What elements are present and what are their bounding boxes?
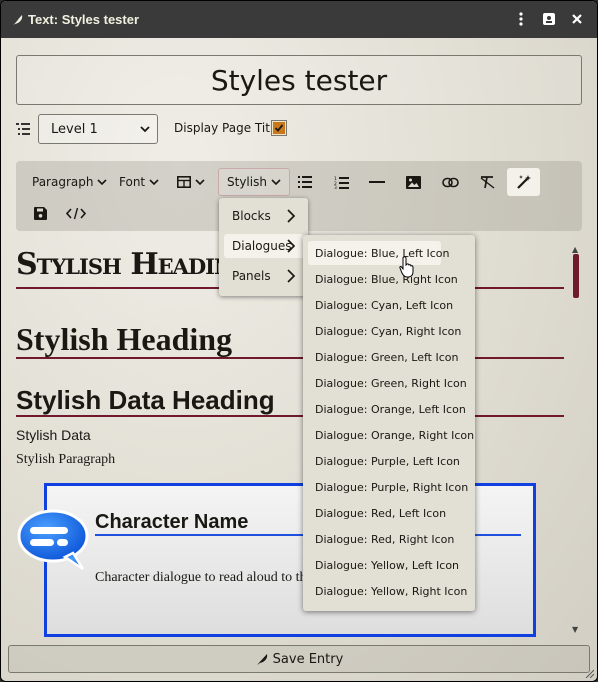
source-code-icon[interactable] xyxy=(66,199,86,227)
table-dropdown[interactable] xyxy=(177,168,205,196)
editor-content[interactable]: Stylish Heading Stylish Heading Stylish … xyxy=(1,241,597,641)
dialogue-menu-item[interactable]: Dialogue: Green, Left Icon xyxy=(308,345,470,369)
magic-wand-icon[interactable] xyxy=(507,168,540,196)
level-select-value: Level 1 xyxy=(51,121,98,137)
stylish-menu-item-label: Dialogues xyxy=(232,239,292,253)
stylish-paragraph-text: Stylish Paragraph xyxy=(16,452,116,467)
hand-cursor-icon xyxy=(399,256,414,278)
menu-dots-icon[interactable] xyxy=(512,10,530,28)
chevron-right-icon xyxy=(287,269,296,283)
window-title: Text: Styles tester xyxy=(28,12,140,27)
chevron-down-icon xyxy=(271,179,281,186)
dialogue-menu-item[interactable]: Dialogue: Blue, Right Icon xyxy=(308,267,470,291)
stylish-heading-2: Stylish Heading xyxy=(16,321,233,357)
stylish-data-text: Stylish Data xyxy=(16,427,91,443)
dialogue-menu-item[interactable]: Dialogue: Blue, Left Icon xyxy=(308,241,450,265)
editor-scrollbar-thumb[interactable] xyxy=(573,254,579,298)
stylish-menu-item[interactable]: Blocks xyxy=(224,204,304,228)
horizontal-rule-icon[interactable] xyxy=(369,168,385,196)
display-title-checkbox[interactable] xyxy=(271,120,287,136)
stylish-data-heading: Stylish Data Heading xyxy=(16,385,275,415)
chevron-down-icon xyxy=(195,179,205,186)
link-icon[interactable] xyxy=(442,168,459,196)
display-title-label: Display Page Title xyxy=(174,121,281,135)
chevron-down-icon xyxy=(97,179,108,186)
stylish-menu-item-label: Blocks xyxy=(232,209,271,223)
dialogues-menu: Dialogue: Blue, Left Icon Dialogue: Blue… xyxy=(303,235,475,611)
dialogue-menu-item[interactable]: Dialogue: Yellow, Left Icon xyxy=(308,553,470,577)
stylish-menu-item[interactable]: Dialogues xyxy=(224,234,304,258)
dialogue-menu-item[interactable]: Dialogue: Red, Right Icon xyxy=(308,527,470,551)
speech-bubble-icon xyxy=(17,509,89,571)
dialogue-menu-item[interactable]: Dialogue: Cyan, Left Icon xyxy=(308,293,470,317)
dialogue-menu-item[interactable]: Dialogue: Red, Left Icon xyxy=(308,501,470,525)
chevron-down-icon xyxy=(140,126,150,133)
feather-icon xyxy=(256,654,267,665)
chevron-down-icon xyxy=(149,179,159,186)
stylish-menu: Blocks Dialogues Panels xyxy=(219,198,308,296)
dialogue-menu-item[interactable]: Dialogue: Yellow, Right Icon xyxy=(308,579,470,603)
feather-icon xyxy=(11,14,23,26)
svg-text:3: 3 xyxy=(334,185,337,189)
save-entry-button[interactable]: Save Entry xyxy=(8,645,590,673)
font-dropdown[interactable]: Font xyxy=(119,168,159,196)
bullet-list-icon[interactable] xyxy=(298,168,312,196)
paragraph-dropdown[interactable]: Paragraph xyxy=(32,168,108,196)
data-heading-rule xyxy=(16,415,564,417)
dialogue-menu-item[interactable]: Dialogue: Orange, Left Icon xyxy=(308,397,470,421)
stylish-menu-item[interactable]: Panels xyxy=(224,264,304,288)
dialogue-character-name: Character Name xyxy=(95,511,249,533)
font-dropdown-label: Font xyxy=(119,175,146,189)
save-entry-label: Save Entry xyxy=(272,651,344,667)
journal-window: Text: Styles tester Styles tester Level … xyxy=(0,0,598,682)
paragraph-dropdown-label: Paragraph xyxy=(32,175,94,189)
dialogue-menu-item[interactable]: Dialogue: Green, Right Icon xyxy=(308,371,470,395)
stylish-menu-item-label: Panels xyxy=(232,269,271,283)
clear-format-icon[interactable] xyxy=(479,168,496,196)
scroll-down-arrow[interactable]: ▼ xyxy=(572,625,578,634)
close-icon[interactable] xyxy=(568,10,586,28)
id-card-icon[interactable] xyxy=(540,10,558,28)
heading-2-rule xyxy=(16,357,564,359)
window-titlebar[interactable]: Text: Styles tester xyxy=(1,1,597,38)
dialogue-menu-item[interactable]: Dialogue: Purple, Left Icon xyxy=(308,449,470,473)
chevron-right-icon xyxy=(287,209,296,223)
dialogue-menu-item[interactable]: Dialogue: Orange, Right Icon xyxy=(308,423,474,447)
chevron-right-icon xyxy=(287,239,296,253)
scroll-up-arrow[interactable]: ▲ xyxy=(572,245,578,254)
level-row: Level 1 xyxy=(16,113,158,145)
dialogue-menu-item[interactable]: Dialogue: Purple, Right Icon xyxy=(308,475,470,499)
stylish-heading-1: Stylish Heading xyxy=(16,247,250,282)
numbered-list-icon[interactable]: 123 xyxy=(334,168,349,196)
level-select[interactable]: Level 1 xyxy=(38,114,158,144)
stylish-dropdown-label: Stylish xyxy=(227,175,267,189)
save-icon[interactable] xyxy=(34,199,47,227)
resize-handle-icon[interactable] xyxy=(584,668,594,678)
table-icon xyxy=(177,176,191,188)
stylish-dropdown[interactable]: Stylish xyxy=(218,168,290,196)
page-title-input[interactable]: Styles tester xyxy=(16,55,582,105)
checkmark-icon xyxy=(273,122,285,134)
heading-level-icon xyxy=(16,123,30,135)
image-icon[interactable] xyxy=(406,168,421,196)
dialogue-menu-item[interactable]: Dialogue: Cyan, Right Icon xyxy=(308,319,470,343)
